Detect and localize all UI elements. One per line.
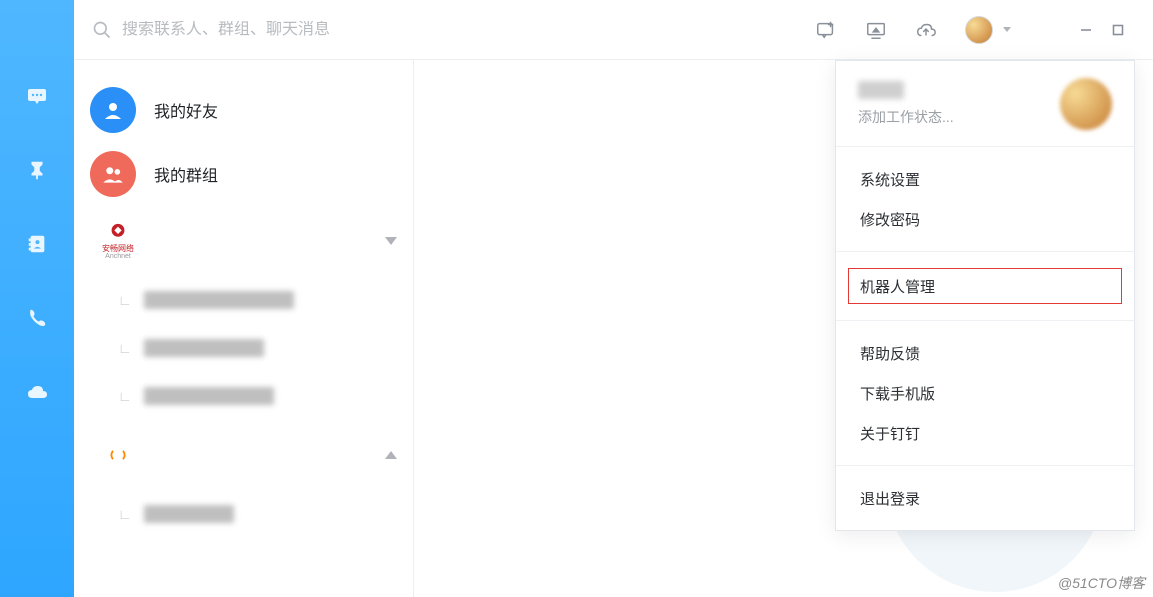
org-aliyun-label	[138, 445, 385, 465]
left-nav	[0, 0, 74, 597]
contact-panel: 我的好友 我的群组 安畅网络 Anchnet	[74, 60, 414, 597]
collapse-icon[interactable]	[385, 237, 397, 245]
dropdown-item[interactable]: 退出登录	[836, 478, 1134, 518]
dropdown-item[interactable]: 修改密码	[836, 199, 1134, 239]
cloud-upload-icon[interactable]	[915, 19, 937, 41]
user-avatar[interactable]	[965, 16, 993, 44]
my-groups-label: 我的群组	[154, 162, 218, 186]
expand-icon[interactable]	[385, 451, 397, 459]
search-box[interactable]	[92, 20, 805, 40]
chat-icon[interactable]	[23, 82, 51, 110]
my-friends-label: 我的好友	[154, 98, 218, 122]
anchnet-icon: 安畅网络 Anchnet	[98, 221, 138, 261]
chevron-down-icon[interactable]	[1003, 27, 1011, 32]
groups-icon	[90, 151, 136, 197]
list-item[interactable]: ∟	[82, 372, 405, 420]
pin-icon[interactable]	[23, 156, 51, 184]
my-friends-row[interactable]: 我的好友	[82, 78, 405, 142]
dropdown-item[interactable]: 下载手机版	[836, 373, 1134, 413]
minimize-button[interactable]	[1079, 23, 1093, 37]
header-actions	[815, 16, 1135, 44]
dropdown-item[interactable]: 帮助反馈	[836, 333, 1134, 373]
user-name	[858, 81, 904, 99]
dropdown-item[interactable]: 系统设置	[836, 159, 1134, 199]
friends-icon	[90, 87, 136, 133]
user-avatar-large[interactable]	[1060, 78, 1112, 130]
set-status-link[interactable]: 添加工作状态...	[858, 107, 954, 127]
list-item[interactable]: ∟	[82, 276, 405, 324]
new-chat-icon[interactable]	[815, 19, 837, 41]
org-anchnet-label	[138, 231, 385, 251]
watermark: @51CTO博客	[1058, 573, 1145, 593]
search-input[interactable]	[122, 21, 482, 39]
aliyun-icon	[98, 435, 138, 475]
user-dropdown: 添加工作状态... 系统设置修改密码机器人管理帮助反馈下载手机版关于钉钉退出登录	[835, 60, 1135, 531]
my-groups-row[interactable]: 我的群组	[82, 142, 405, 206]
contacts-icon[interactable]	[23, 230, 51, 258]
maximize-button[interactable]	[1111, 23, 1125, 37]
search-icon	[92, 20, 112, 40]
dropdown-header: 添加工作状态...	[836, 61, 1134, 147]
phone-icon[interactable]	[23, 304, 51, 332]
list-item[interactable]: ∟	[82, 324, 405, 372]
org-aliyun-row[interactable]	[82, 420, 405, 490]
header-bar	[74, 0, 1153, 60]
org-anchnet-row[interactable]: 安畅网络 Anchnet	[82, 206, 405, 276]
dropdown-item[interactable]: 机器人管理	[846, 266, 1124, 306]
list-item[interactable]: ∟	[82, 490, 405, 538]
dropdown-item[interactable]: 关于钉钉	[836, 413, 1134, 453]
app-window: 我的好友 我的群组 安畅网络 Anchnet	[0, 0, 1153, 597]
cloud-icon[interactable]	[23, 378, 51, 406]
window-buttons	[1079, 23, 1125, 37]
projector-icon[interactable]	[865, 19, 887, 41]
